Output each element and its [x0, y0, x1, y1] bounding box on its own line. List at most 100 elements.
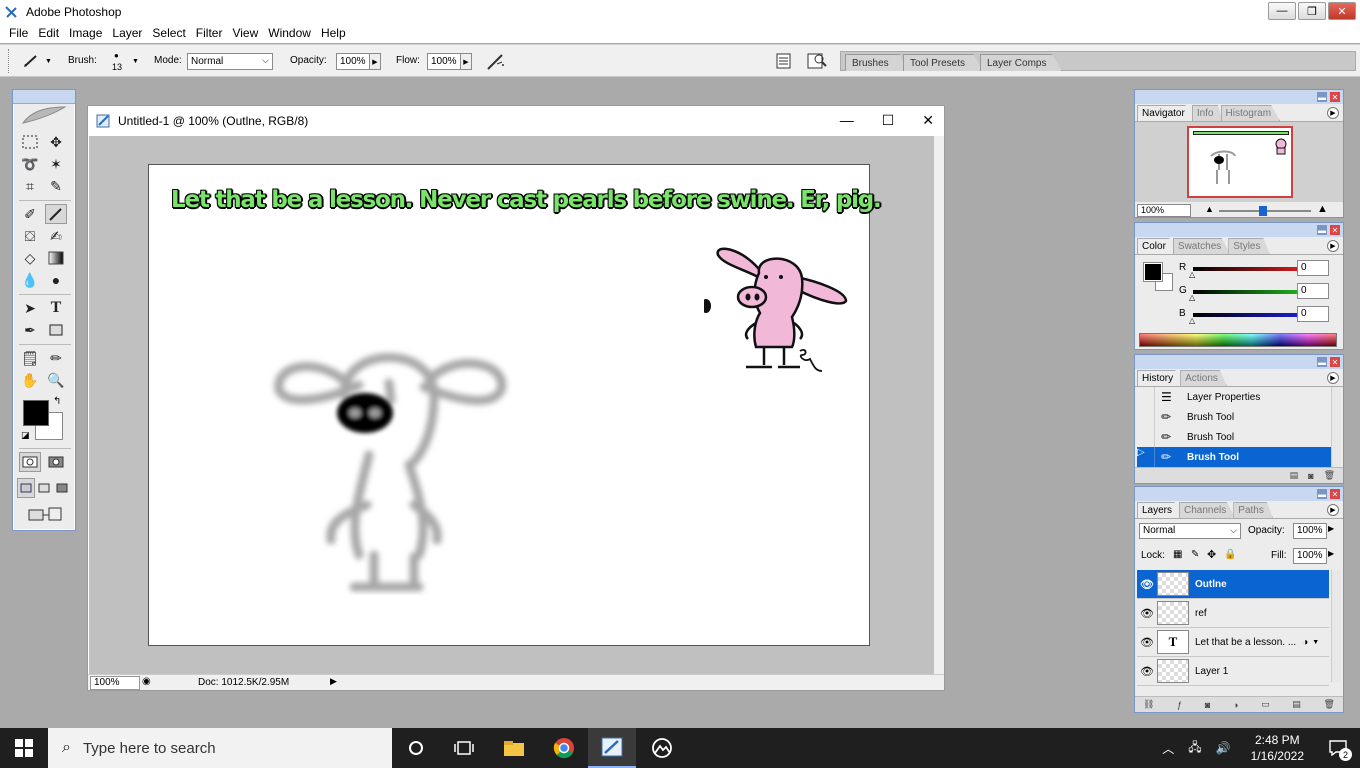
well-tab-brushes[interactable]: Brushes	[845, 54, 907, 71]
healing-brush-icon[interactable]: ✐	[19, 204, 41, 224]
photoshop-taskbar-icon[interactable]	[588, 728, 636, 768]
volume-icon[interactable]: 🔊	[1216, 741, 1231, 755]
lasso-tool-icon[interactable]: ➰	[19, 154, 41, 174]
doc-maximize-icon[interactable]: ☐	[882, 112, 895, 129]
menu-layer[interactable]: Layer	[107, 26, 147, 40]
file-explorer-icon[interactable]	[490, 728, 538, 768]
channel-r-slider[interactable]	[1193, 267, 1309, 271]
vertical-scrollbar[interactable]	[934, 136, 944, 676]
path-selection-icon[interactable]: ➤	[19, 298, 41, 318]
history-item[interactable]: ☰ Layer Properties	[1137, 387, 1331, 407]
canvas-area[interactable]: Let that be a lesson. Never cast pearls …	[89, 136, 935, 676]
jump-to-imageready-icon[interactable]	[21, 504, 69, 524]
layer-style-icon[interactable]: ƒ	[1177, 700, 1182, 710]
navigator-zoom-thumb[interactable]	[1259, 206, 1267, 216]
layer-row-text[interactable]: 👁 T Let that be a lesson. ... ◑ ▼	[1137, 628, 1329, 657]
channel-b-thumb-icon[interactable]: △	[1189, 316, 1195, 325]
history-item-selected[interactable]: ▷ ✏ Brush Tool	[1137, 447, 1331, 467]
tab-histogram[interactable]: Histogram	[1220, 105, 1281, 121]
panel-menu-icon[interactable]: ▶	[1327, 240, 1339, 252]
menu-filter[interactable]: Filter	[191, 26, 228, 40]
quick-mask-icon[interactable]	[45, 452, 67, 472]
brush-tool-icon[interactable]	[45, 204, 67, 224]
notifications-button[interactable]: 2	[1316, 728, 1360, 768]
hand-tool-icon[interactable]: ✋	[19, 370, 41, 390]
tab-paths[interactable]: Paths	[1233, 502, 1273, 518]
eyedropper-icon[interactable]: ✏	[45, 348, 67, 368]
history-checkbox[interactable]	[1137, 387, 1155, 407]
panel-menu-icon[interactable]: ▶	[1327, 107, 1339, 119]
flow-arrow-icon[interactable]: ▶	[460, 53, 472, 70]
palette-menu-icon[interactable]	[775, 53, 793, 69]
marquee-tool-icon[interactable]	[19, 132, 41, 152]
panel-header[interactable]: ▬ ✕	[1135, 355, 1343, 369]
new-snapshot-icon[interactable]: ◙	[1308, 471, 1313, 481]
menu-help[interactable]: Help	[316, 26, 351, 40]
layer-fill-input[interactable]: 100%	[1293, 548, 1327, 564]
blend-mode-select[interactable]: Normal ⌵	[1139, 523, 1241, 539]
eye-icon[interactable]: 👁	[1137, 578, 1157, 591]
doc-minimize-icon[interactable]: —	[840, 112, 854, 129]
history-checkbox[interactable]	[1137, 407, 1155, 427]
lock-pixels-icon[interactable]: ✎	[1191, 549, 1199, 560]
restore-button[interactable]: ❐	[1298, 2, 1326, 20]
layer-row-outlne[interactable]: 👁 Outlne	[1137, 570, 1329, 599]
taskbar-search-box[interactable]: ⌕ Type here to search	[48, 728, 392, 768]
start-button[interactable]	[0, 728, 48, 768]
crop-tool-icon[interactable]: ⌗	[19, 176, 41, 196]
document-titlebar[interactable]: Untitled-1 @ 100% (Outlne, RGB/8) — ☐ ✕	[88, 106, 944, 136]
zoom-in-icon[interactable]: ▲	[1317, 203, 1328, 215]
panel-header[interactable]: ▬ ✕	[1135, 223, 1343, 237]
swap-colors-icon[interactable]: ↰	[53, 396, 61, 407]
history-brush-icon[interactable]: ✍	[45, 226, 67, 246]
shape-tool-icon[interactable]	[45, 320, 67, 340]
menu-view[interactable]: View	[227, 26, 263, 40]
trash-icon[interactable]: 🗑	[1323, 699, 1334, 710]
go-to-bridge-icon[interactable]	[806, 51, 828, 71]
eraser-icon[interactable]: ◇	[19, 248, 41, 268]
layer-opacity-input[interactable]: 100%	[1293, 523, 1327, 539]
canvas[interactable]: Let that be a lesson. Never cast pearls …	[148, 164, 882, 646]
tab-history[interactable]: History	[1137, 370, 1183, 386]
lock-transparency-icon[interactable]: ▦	[1173, 549, 1182, 560]
blur-tool-icon[interactable]: 💧	[19, 270, 41, 290]
task-view-icon[interactable]	[440, 728, 488, 768]
channel-r-field[interactable]: 0	[1297, 260, 1329, 276]
color-fg-swatch[interactable]	[1143, 262, 1163, 282]
slice-tool-icon[interactable]: ✎	[45, 176, 67, 196]
panel-close-icon[interactable]: ✕	[1330, 225, 1340, 235]
default-colors-icon[interactable]: ◪	[21, 430, 30, 441]
eye-icon[interactable]: 👁	[1137, 665, 1157, 678]
chevron-up-icon[interactable]: ︿	[1162, 740, 1174, 757]
airbrush-icon[interactable]	[485, 52, 507, 72]
tab-layers[interactable]: Layers	[1137, 502, 1182, 518]
link-layers-icon[interactable]: ⛓	[1143, 699, 1154, 710]
panel-close-icon[interactable]: ✕	[1330, 92, 1340, 102]
channel-g-thumb-icon[interactable]: △	[1189, 293, 1195, 302]
magic-wand-icon[interactable]: ✶	[45, 154, 67, 174]
notes-tool-icon[interactable]: 🗒	[19, 348, 41, 368]
layers-scrollbar[interactable]	[1331, 570, 1341, 682]
options-grip[interactable]	[8, 49, 11, 73]
channel-b-field[interactable]: 0	[1297, 306, 1329, 322]
adjustment-layer-icon[interactable]: ◑	[1233, 700, 1238, 710]
chrome-icon[interactable]	[540, 728, 588, 768]
screen-mode-full-icon[interactable]	[53, 478, 71, 498]
navigator-zoom-field[interactable]: 100%	[1137, 204, 1191, 217]
panel-header[interactable]: ▬ ✕	[1135, 90, 1343, 104]
menu-window[interactable]: Window	[263, 26, 316, 40]
status-menu-arrow-icon[interactable]: ▶	[330, 676, 337, 687]
channel-g-field[interactable]: 0	[1297, 283, 1329, 299]
new-document-icon[interactable]: ▤	[1290, 470, 1299, 481]
menu-file[interactable]: File	[4, 26, 33, 40]
screen-mode-menu-icon[interactable]	[35, 478, 53, 498]
layer-effects-icon[interactable]: ◑	[1302, 637, 1308, 648]
tab-info[interactable]: Info	[1191, 105, 1223, 121]
feather-logo-icon[interactable]	[13, 104, 75, 126]
status-options-icon[interactable]: ◉	[142, 676, 151, 687]
foreground-color-swatch[interactable]	[23, 400, 49, 426]
well-tab-tool-presets[interactable]: Tool Presets	[903, 54, 983, 71]
history-brush-source-icon[interactable]: ▷	[1137, 447, 1155, 467]
expand-effects-icon[interactable]: ▼	[1312, 639, 1319, 646]
tab-navigator[interactable]: Navigator	[1137, 105, 1194, 121]
